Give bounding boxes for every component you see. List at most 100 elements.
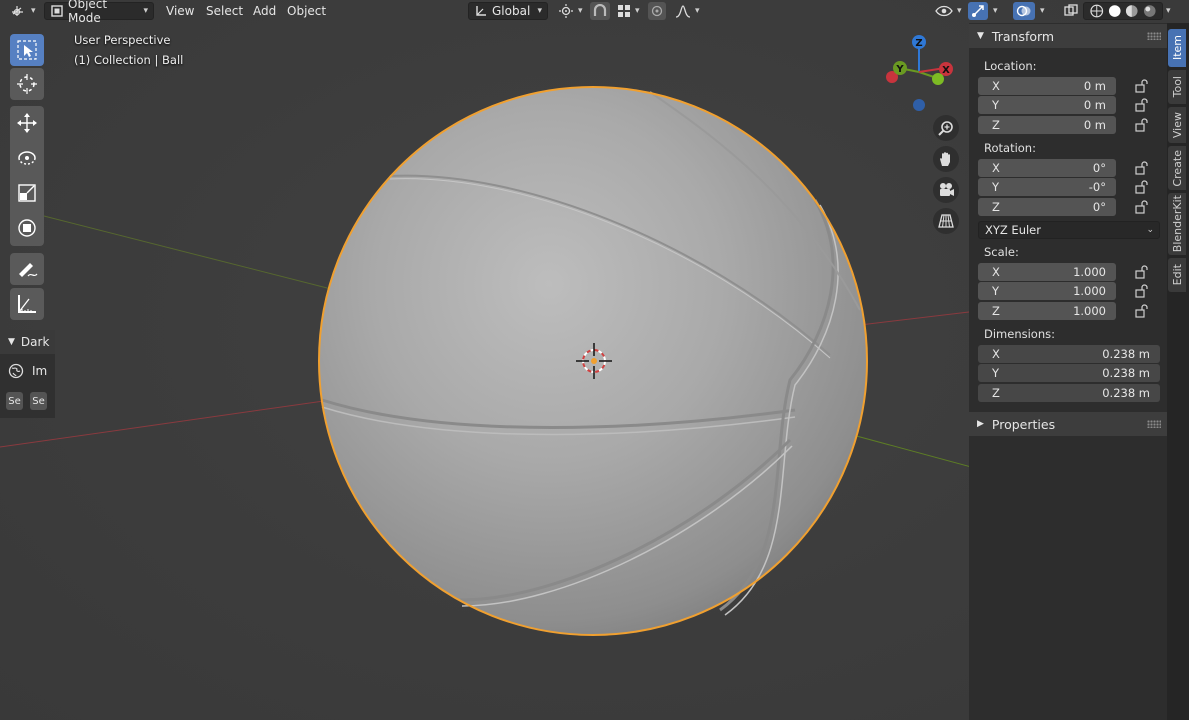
scale-y-field[interactable]: Y 1.000 — [978, 282, 1116, 300]
gizmo-toggle[interactable] — [968, 2, 988, 20]
tab-item[interactable]: Item — [1168, 29, 1186, 67]
measure-tool[interactable] — [10, 288, 44, 320]
editor-type-button[interactable]: ▾ — [6, 2, 41, 20]
visibility-button[interactable]: ▾ — [930, 2, 967, 20]
tab-edit[interactable]: Edit — [1168, 258, 1186, 292]
chevron-down-icon: ▾ — [957, 6, 962, 16]
location-z-field[interactable]: Z 0 m — [978, 116, 1116, 134]
viewport-perspective-label: User Perspective — [74, 33, 171, 47]
annotate-tool[interactable] — [10, 253, 44, 285]
drag-grip-icon[interactable] — [1147, 32, 1161, 40]
gizmo-y-label: Y — [895, 64, 904, 75]
tab-blenderkit[interactable]: BlenderKit — [1168, 193, 1186, 255]
falloff-button[interactable]: ▾ — [670, 2, 705, 20]
shading-dropdown[interactable]: ▾ — [1163, 2, 1174, 20]
field-axis-label: Y — [992, 366, 1000, 380]
lock-icon[interactable] — [1134, 161, 1150, 175]
menu-view[interactable]: View — [162, 3, 198, 19]
chevron-down-icon: ▾ — [993, 6, 998, 16]
navigation-gizmo[interactable]: Z Y X — [880, 30, 960, 115]
properties-panel-title: Properties — [991, 416, 1056, 432]
dark-panel-button-1[interactable]: Se — [6, 392, 23, 410]
gizmo-neg-y[interactable] — [932, 73, 944, 85]
lock-icon[interactable] — [1134, 200, 1150, 214]
solid-shading-icon[interactable] — [1107, 4, 1123, 18]
scale-z-field[interactable]: Z 1.000 — [978, 302, 1116, 320]
tab-view-label: View — [1170, 111, 1184, 139]
material-shading-icon[interactable] — [1124, 4, 1140, 18]
lock-icon[interactable] — [1134, 265, 1150, 279]
cursor-tool[interactable] — [10, 68, 44, 100]
field-axis-label: Z — [992, 118, 1000, 132]
lock-icon[interactable] — [1134, 284, 1150, 298]
xray-icon — [1064, 4, 1078, 16]
transform-panel-header[interactable]: ▼ Transform — [969, 24, 1167, 48]
scale-tool[interactable] — [10, 177, 44, 209]
drag-grip-icon[interactable] — [1147, 420, 1161, 428]
tab-create[interactable]: Create — [1168, 146, 1186, 190]
rotation-z-field[interactable]: Z 0° — [978, 198, 1116, 216]
xray-toggle[interactable] — [1058, 2, 1084, 20]
mode-select[interactable]: Object Mode ▾ — [44, 0, 154, 25]
rendered-shading-icon[interactable] — [1142, 4, 1158, 18]
select-box-tool[interactable] — [10, 34, 44, 66]
field-value: 0 m — [1083, 79, 1106, 93]
properties-sidebar: ▼ Transform Location: X 0 m Y 0 m Z 0 m Rot… — [969, 23, 1167, 720]
tab-view[interactable]: View — [1168, 107, 1186, 143]
overlays-dropdown[interactable]: ▾ — [1035, 2, 1050, 20]
location-y-field[interactable]: Y 0 m — [978, 96, 1116, 114]
snap-target-button[interactable]: ▾ — [612, 2, 645, 20]
dark-panel-button-2[interactable]: Se — [30, 392, 47, 410]
properties-panel-header[interactable]: ▶ Properties — [969, 412, 1167, 436]
lock-icon[interactable] — [1134, 98, 1150, 112]
3d-viewport[interactable]: User Perspective (1) Collection | Ball ▾… — [0, 0, 1189, 720]
dark-panel-header[interactable]: ▼ Dark — [0, 330, 55, 354]
pivot-point-button[interactable]: ▾ — [553, 2, 588, 20]
pan-button[interactable] — [933, 146, 959, 172]
menu-add[interactable]: Add — [249, 3, 280, 19]
dark-panel: ▼ Dark Im Se Se — [0, 330, 55, 418]
lock-icon[interactable] — [1134, 180, 1150, 194]
transform-orientation-select[interactable]: Global ▾ — [468, 2, 548, 20]
field-axis-label: X — [992, 265, 1000, 279]
rotation-y-field[interactable]: Y -0° — [978, 178, 1116, 196]
grid-perspective-icon — [938, 214, 954, 228]
dimensions-y-field[interactable]: Y 0.238 m — [978, 364, 1160, 382]
rotation-label: Rotation: — [984, 141, 1036, 155]
scale-x-field[interactable]: X 1.000 — [978, 263, 1116, 281]
lock-icon[interactable] — [1134, 118, 1150, 132]
proportional-edit-toggle[interactable] — [648, 2, 666, 20]
rotation-mode-select[interactable]: XYZ Euler ⌄ — [978, 221, 1160, 239]
gizmo-neg-z[interactable] — [913, 99, 925, 111]
dimensions-z-field[interactable]: Z 0.238 m — [978, 384, 1160, 402]
gizmo-dropdown[interactable]: ▾ — [988, 2, 1003, 20]
field-value: 1.000 — [1073, 284, 1106, 298]
dimensions-x-field[interactable]: X 0.238 m — [978, 345, 1160, 363]
menu-select[interactable]: Select — [202, 3, 247, 19]
tab-tool[interactable]: Tool — [1168, 70, 1186, 104]
field-value: 1.000 — [1073, 304, 1106, 318]
overlays-toggle[interactable] — [1013, 2, 1035, 20]
location-x-field[interactable]: X 0 m — [978, 77, 1116, 95]
lock-icon[interactable] — [1134, 79, 1150, 93]
x-axis-line-right — [859, 311, 970, 326]
hand-icon — [940, 152, 950, 166]
field-value: -0° — [1088, 180, 1106, 194]
cursor-icon — [17, 74, 37, 94]
field-value: 0° — [1092, 161, 1106, 175]
lock-icon[interactable] — [1134, 304, 1150, 318]
camera-view-button[interactable] — [933, 177, 959, 203]
dark-panel-item[interactable]: Im — [8, 363, 47, 379]
rotate-tool[interactable] — [10, 142, 44, 174]
rotation-x-field[interactable]: X 0° — [978, 159, 1116, 177]
snap-toggle[interactable] — [590, 2, 610, 20]
field-axis-label: X — [992, 347, 1000, 361]
transform-tool[interactable] — [10, 212, 44, 244]
perspective-toggle-button[interactable] — [933, 208, 959, 234]
orbit-editor-icon — [12, 6, 23, 16]
menu-object[interactable]: Object — [283, 3, 330, 19]
zoom-button[interactable] — [933, 115, 959, 141]
move-tool[interactable] — [10, 107, 44, 139]
field-axis-label: X — [992, 161, 1000, 175]
wireframe-shading-icon[interactable] — [1089, 4, 1105, 18]
